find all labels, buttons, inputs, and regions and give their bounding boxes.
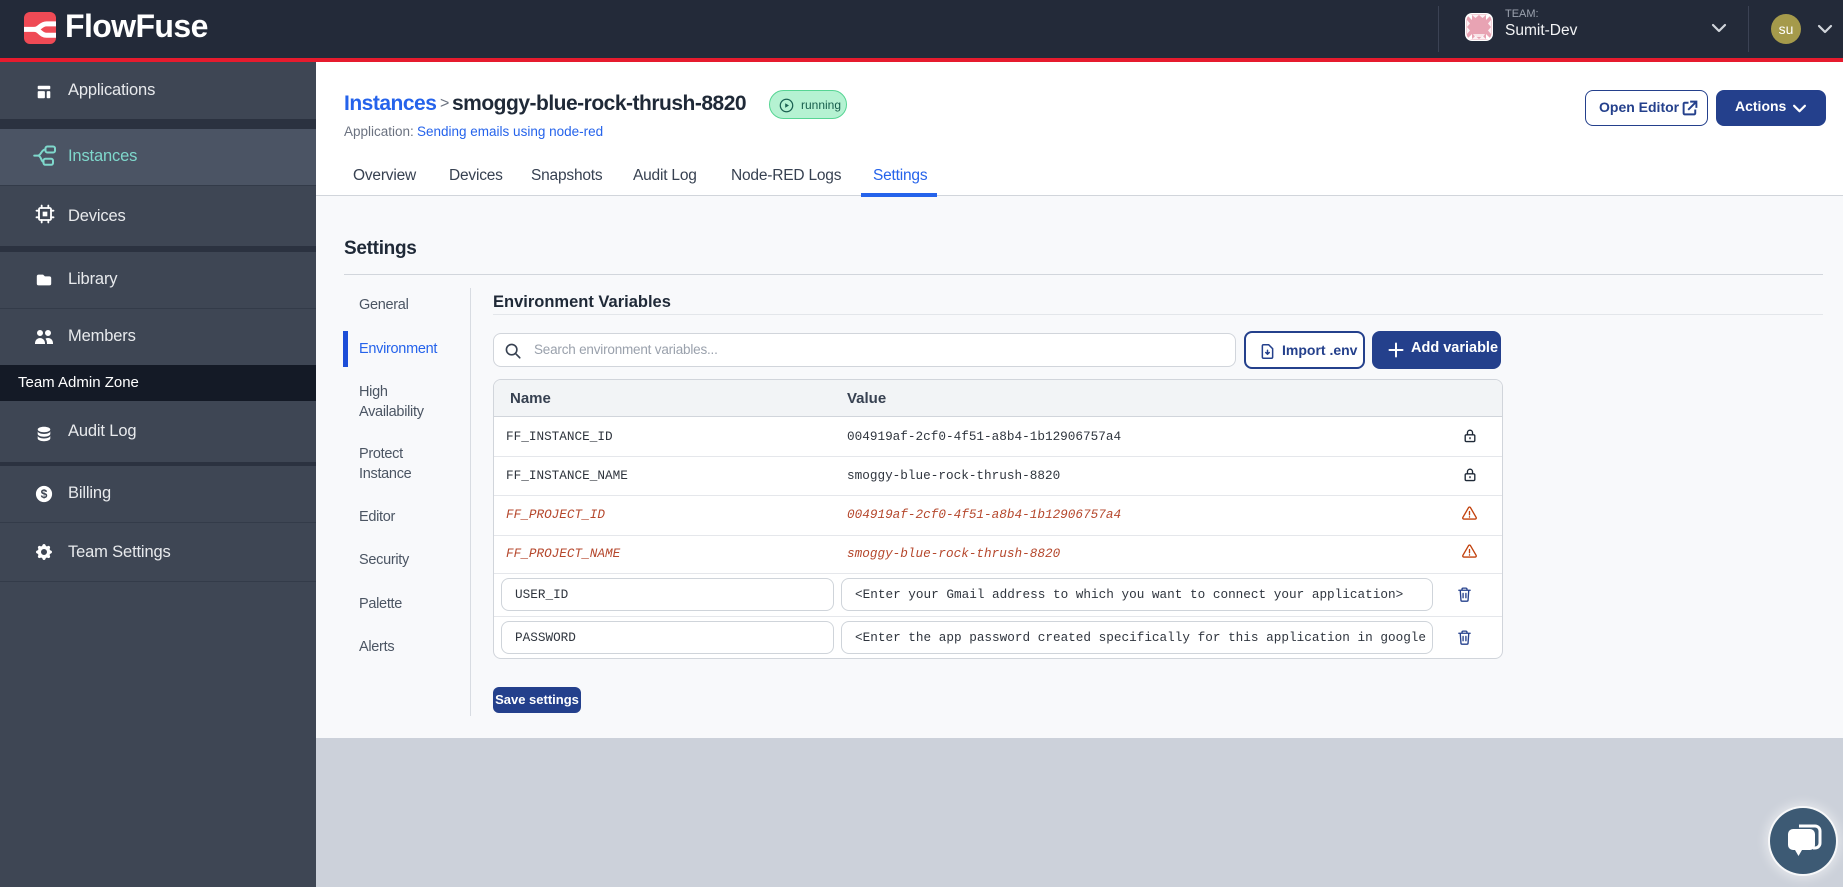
svg-text:$: $ <box>41 487 48 501</box>
